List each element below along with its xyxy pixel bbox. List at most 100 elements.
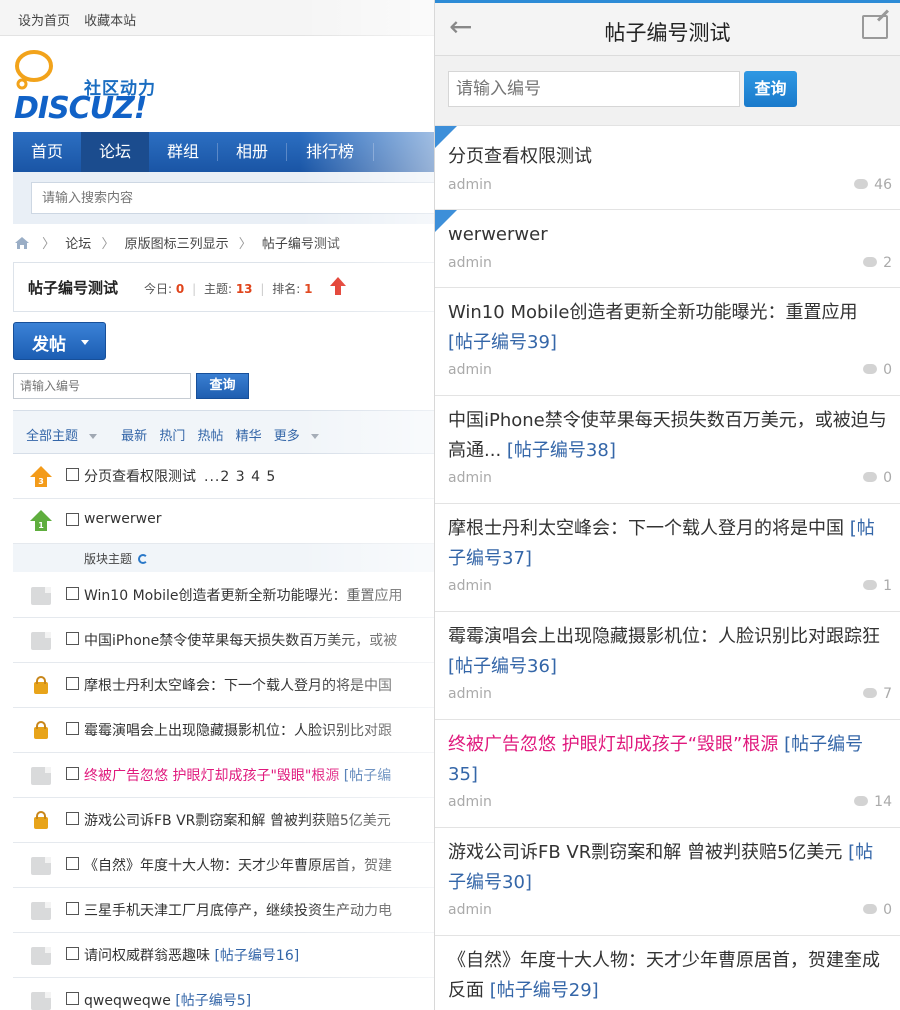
thread-number-tag[interactable]: [帖子编号16] <box>214 948 299 964</box>
stat-divider: | <box>260 282 265 296</box>
today-count: 0 <box>175 282 185 296</box>
reply-count-value: 14 <box>874 794 892 810</box>
thread-filter-bar: 全部主题 最新 热门 热帖 精华 更多 <box>13 410 434 454</box>
thread-checkbox[interactable] <box>66 632 79 645</box>
mobile-post-item[interactable]: 游戏公司诉FB VR剽窃案和解 曾被判获赔5亿美元 [帖子编号30] admin… <box>435 828 900 936</box>
filter-more-label: 更多 <box>273 429 300 444</box>
mobile-post-item[interactable]: 中国iPhone禁令使苹果每天损失数百万美元，或被迫与高通... [帖子编号38… <box>435 396 900 504</box>
mobile-post-item[interactable]: 分页查看权限测试 admin 46 <box>435 126 900 210</box>
site-logo[interactable]: 社区动力 DISCUZ! <box>14 48 184 128</box>
thread-number-tag[interactable]: [帖子编号29] <box>490 980 599 1001</box>
thread-checkbox[interactable] <box>66 947 79 960</box>
filter-digest[interactable]: 精华 <box>236 429 262 444</box>
mobile-post-item[interactable]: 终被广告忽悠 护眼灯却成孩子“毁眼”根源 [帖子编号35] admin 14 <box>435 720 900 828</box>
mobile-post-item[interactable]: 《自然》年度十大人物：天才少年曹原居首，贺建奎成反面 [帖子编号29] <box>435 936 900 1010</box>
thread-row[interactable]: qweqweqwe [帖子编号5] <box>13 978 434 1010</box>
mobile-number-input[interactable] <box>448 71 740 107</box>
mobile-post-title-text: 终被广告忽悠 护眼灯却成孩子“毁眼”根源 <box>448 734 779 755</box>
filter-hot-posts[interactable]: 热帖 <box>197 429 223 444</box>
thread-checkbox[interactable] <box>66 902 79 915</box>
mobile-post-title: 终被广告忽悠 护眼灯却成孩子“毁眼”根源 [帖子编号35] <box>448 730 888 790</box>
refresh-icon[interactable] <box>138 554 149 564</box>
thread-row[interactable]: 3 分页查看权限测试 ...2 3 4 5 <box>13 454 434 499</box>
breadcrumb-category[interactable]: 原版图标三列显示 <box>125 237 229 252</box>
reply-count-value: 46 <box>874 177 892 193</box>
filter-more[interactable]: 更多 <box>274 429 319 444</box>
thread-row[interactable]: 请问权威群翁恶趣味 [帖子编号16] <box>13 933 434 978</box>
mobile-page-title: 帖子编号测试 <box>604 21 731 45</box>
nav-home[interactable]: 首页 <box>13 132 81 172</box>
thread-number-tag[interactable]: [帖子编 <box>344 768 391 784</box>
thread-title[interactable]: 请问权威群翁恶趣味 [帖子编号16] <box>84 945 299 965</box>
mobile-view: ← 帖子编号测试 查询 分页查看权限测试 admin 46 werwerwer … <box>434 0 900 1010</box>
nav-ranking[interactable]: 排行榜 <box>287 132 373 172</box>
thread-row[interactable]: 霉霉演唱会上出现隐藏摄影机位：人脸识别比对跟 <box>13 708 434 753</box>
thread-row[interactable]: 摩根士丹利太空峰会：下一个载人登月的将是中国 <box>13 663 434 708</box>
search-input[interactable] <box>31 182 434 214</box>
section-label: 版块主题 <box>84 552 133 566</box>
comment-bubble-icon <box>863 688 878 698</box>
nav-album[interactable]: 相册 <box>218 132 286 172</box>
thread-title[interactable]: 分页查看权限测试 ...2 3 4 5 <box>84 466 276 486</box>
filter-all[interactable]: 全部主题 <box>26 429 98 444</box>
set-homepage-link[interactable]: 设为首页 <box>18 14 70 29</box>
new-post-button[interactable]: 发帖 <box>13 322 106 360</box>
thread-row[interactable]: 《自然》年度十大人物：天才少年曹原居首，贺建 <box>13 843 434 888</box>
thread-checkbox[interactable] <box>66 992 79 1005</box>
thread-row[interactable]: 游戏公司诉FB VR剽窃案和解 曾被判获赔5亿美元 <box>13 798 434 843</box>
breadcrumb-forum[interactable]: 论坛 <box>65 237 91 252</box>
thread-title[interactable]: 摩根士丹利太空峰会：下一个载人登月的将是中国 <box>84 675 392 695</box>
filter-latest[interactable]: 最新 <box>121 429 147 444</box>
thread-title[interactable]: 三星手机天津工厂月底停产，继续投资生产动力电 <box>84 900 392 920</box>
thread-number-tag[interactable]: [帖子编号5] <box>175 993 251 1009</box>
thread-number-tag[interactable]: [帖子编号36] <box>448 656 557 677</box>
mobile-post-item[interactable]: 霉霉演唱会上出现隐藏摄影机位：人脸识别比对跟踪狂 [帖子编号36] admin … <box>435 612 900 720</box>
thread-row[interactable]: 中国iPhone禁令使苹果每天损失数百万美元，或被 <box>13 618 434 663</box>
mobile-post-item[interactable]: werwerwer admin 2 <box>435 210 900 288</box>
thread-checkbox[interactable] <box>66 513 79 526</box>
thread-title[interactable]: 《自然》年度十大人物：天才少年曹原居首，贺建 <box>84 855 392 875</box>
mobile-reply-count: 14 <box>854 794 892 810</box>
thread-title[interactable]: 游戏公司诉FB VR剽窃案和解 曾被判获赔5亿美元 <box>84 810 391 830</box>
mobile-post-title: 霉霉演唱会上出现隐藏摄影机位：人脸识别比对跟踪狂 [帖子编号36] <box>448 622 888 682</box>
thread-title[interactable]: 终被广告忽悠 护眼灯却成孩子"毁眼"根源 [帖子编 <box>84 765 391 785</box>
thread-row[interactable]: 1 werwerwer <box>13 499 434 544</box>
thread-number-input[interactable] <box>13 373 191 399</box>
thread-row[interactable]: 三星手机天津工厂月底停产，继续投资生产动力电 <box>13 888 434 933</box>
home-icon[interactable] <box>14 236 30 250</box>
chevron-down-icon <box>81 340 89 345</box>
thread-checkbox[interactable] <box>66 767 79 780</box>
thread-checkbox[interactable] <box>66 587 79 600</box>
pinned-level-1-badge: 1 <box>35 521 47 531</box>
thread-number-search-button[interactable]: 查询 <box>196 373 249 399</box>
breadcrumb-board[interactable]: 帖子编号测试 <box>262 237 340 252</box>
thread-title[interactable]: qweqweqwe [帖子编号5] <box>84 990 251 1010</box>
thread-number-tag[interactable]: [帖子编号39] <box>448 332 557 353</box>
thread-row[interactable]: Win10 Mobile创造者更新全新功能曝光：重置应用 <box>13 573 434 618</box>
thread-title[interactable]: 中国iPhone禁令使苹果每天损失数百万美元，或被 <box>84 630 397 650</box>
thread-checkbox[interactable] <box>66 677 79 690</box>
thread-row[interactable]: 终被广告忽悠 护眼灯却成孩子"毁眼"根源 [帖子编 <box>13 753 434 798</box>
nav-forum[interactable]: 论坛 <box>81 132 149 172</box>
thread-title[interactable]: Win10 Mobile创造者更新全新功能曝光：重置应用 <box>84 585 403 605</box>
mobile-header: ← 帖子编号测试 <box>435 0 900 56</box>
forum-header: 帖子编号测试 今日: 0 | 主题: 13 | 排名: 1 <box>13 262 434 312</box>
thread-checkbox[interactable] <box>66 857 79 870</box>
breadcrumb-separator: 〉 <box>42 237 56 252</box>
thread-number-tag[interactable]: [帖子编号38] <box>507 440 616 461</box>
thread-checkbox[interactable] <box>66 812 79 825</box>
compose-icon[interactable] <box>862 15 888 39</box>
mobile-post-item[interactable]: 摩根士丹利太空峰会：下一个载人登月的将是中国 [帖子编号37] admin 1 <box>435 504 900 612</box>
mobile-post-item[interactable]: Win10 Mobile创造者更新全新功能曝光：重置应用 [帖子编号39] ad… <box>435 288 900 396</box>
thread-title[interactable]: 霉霉演唱会上出现隐藏摄影机位：人脸识别比对跟 <box>84 720 392 740</box>
mobile-search-button[interactable]: 查询 <box>744 71 797 107</box>
nav-group[interactable]: 群组 <box>149 132 217 172</box>
thread-title[interactable]: werwerwer <box>84 511 161 527</box>
thread-checkbox[interactable] <box>66 722 79 735</box>
filter-hot[interactable]: 热门 <box>159 429 185 444</box>
reply-count-value: 1 <box>883 578 892 594</box>
bookmark-link[interactable]: 收藏本站 <box>84 14 136 29</box>
comment-bubble-icon <box>863 364 878 374</box>
thread-pages[interactable]: ...2 3 4 5 <box>204 469 276 485</box>
thread-checkbox[interactable] <box>66 468 79 481</box>
